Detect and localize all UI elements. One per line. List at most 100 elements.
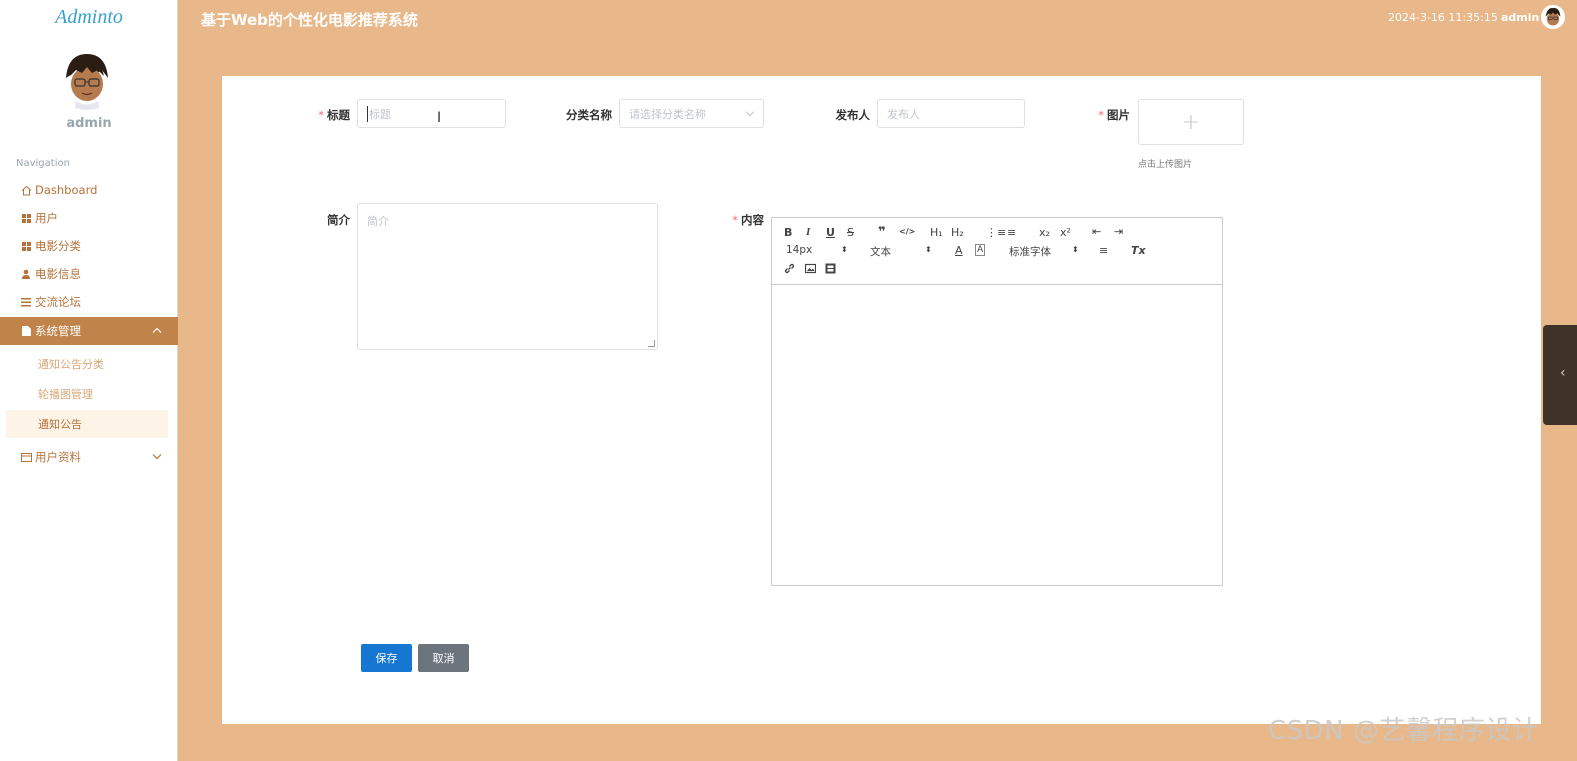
- editor-toolbar: B I U S ❞ </> H₁ H₂ ⋮≡ ≡ x₂ x² ⇤ ⇥ 14px …: [772, 218, 1222, 285]
- sidebar-item-movie-info[interactable]: 电影信息: [0, 261, 178, 287]
- link-button[interactable]: [784, 263, 795, 277]
- list-icon: [20, 296, 32, 308]
- header-username[interactable]: admin: [1501, 11, 1539, 24]
- publisher-input[interactable]: 发布人: [877, 99, 1025, 128]
- strike-button[interactable]: S: [847, 226, 854, 239]
- upload-hint: 点击上传图片: [1138, 160, 1193, 170]
- subscript-button[interactable]: x₂: [1039, 226, 1050, 239]
- code-button[interactable]: </>: [899, 227, 915, 236]
- plus-icon: +: [1181, 109, 1201, 135]
- sidebar-item-forum[interactable]: 交流论坛: [0, 289, 178, 315]
- category-placeholder: 请选择分类名称: [629, 107, 706, 121]
- superscript-button[interactable]: x²: [1060, 226, 1071, 239]
- cancel-button[interactable]: 取消: [418, 644, 469, 672]
- h1-button[interactable]: H₁: [930, 226, 943, 239]
- title-label: * 标题: [318, 107, 350, 123]
- text-type-value: 文本: [870, 246, 891, 258]
- image-label: * 图片: [1094, 107, 1130, 123]
- document-icon: [20, 325, 32, 337]
- content-label: * 内容: [728, 212, 764, 228]
- select-arrow-icon: ⬍: [925, 245, 932, 254]
- intro-placeholder: 简介: [367, 215, 389, 228]
- avatar-image: [56, 48, 118, 110]
- app-logo[interactable]: Adminto: [0, 6, 178, 29]
- image-label-text: 图片: [1107, 108, 1130, 122]
- image-button[interactable]: [804, 263, 817, 277]
- category-select[interactable]: 请选择分类名称: [619, 99, 764, 128]
- required-mark: *: [732, 213, 738, 227]
- grid-icon: [20, 212, 32, 224]
- outdent-button[interactable]: ⇤: [1092, 225, 1101, 238]
- bold-button[interactable]: B: [784, 226, 792, 239]
- sidebar-item-system[interactable]: 系统管理: [0, 317, 178, 345]
- intro-textarea[interactable]: 简介: [357, 203, 658, 350]
- text-type-select[interactable]: 文本 ⬍: [870, 244, 932, 259]
- blockquote-button[interactable]: ❞: [878, 225, 886, 240]
- publisher-placeholder: 发布人: [887, 107, 920, 121]
- save-button[interactable]: 保存: [361, 644, 412, 672]
- page-title: 基于Web的个性化电影推荐系统: [201, 11, 418, 29]
- sidebar-subitem-label: 通知公告: [38, 418, 82, 431]
- rich-text-editor: B I U S ❞ </> H₁ H₂ ⋮≡ ≡ x₂ x² ⇤ ⇥ 14px …: [771, 217, 1223, 586]
- sidebar-item-dashboard[interactable]: Dashboard: [0, 177, 178, 203]
- underline-button[interactable]: U: [826, 226, 835, 239]
- font-size-value: 14px: [786, 244, 813, 256]
- sidebar-item-label: Dashboard: [35, 183, 98, 197]
- h2-button[interactable]: H₂: [951, 226, 964, 239]
- home-icon: [20, 184, 32, 196]
- sidebar-subitem-label: 轮播图管理: [38, 388, 93, 401]
- folder-icon: [20, 451, 32, 463]
- title-input[interactable]: 标题: [357, 99, 506, 128]
- chevron-up-icon: [152, 326, 162, 337]
- image-upload-button[interactable]: +: [1138, 99, 1244, 145]
- sidebar-item-users[interactable]: 用户: [0, 205, 178, 231]
- sidebar-username: admin: [66, 116, 112, 131]
- image-icon: [804, 263, 817, 274]
- intro-label: 简介: [327, 213, 350, 227]
- font-size-select[interactable]: 14px ⬍: [786, 244, 848, 256]
- bullet-list-button[interactable]: ≡: [1007, 226, 1016, 239]
- nav-section-title: Navigation: [16, 158, 70, 169]
- category-label: 分类名称: [566, 108, 612, 122]
- sidebar-item-movie-category[interactable]: 电影分类: [0, 233, 178, 259]
- italic-button[interactable]: I: [806, 226, 810, 238]
- text-color-button[interactable]: A: [955, 244, 963, 257]
- align-button[interactable]: ≡: [1099, 244, 1108, 257]
- required-mark: *: [318, 108, 324, 122]
- avatar[interactable]: [56, 48, 118, 110]
- select-arrow-icon: ⬍: [1072, 245, 1079, 254]
- font-family-value: 标准字体: [1009, 246, 1051, 258]
- select-arrow-icon: ⬍: [841, 245, 848, 254]
- sidebar: Adminto admin Navigation Dashboard 用户 电影…: [0, 0, 178, 761]
- form-card: * 标题 标题 分类名称 请选择分类名称 发布人 发布人 * 图片 + 点击上传图片…: [222, 76, 1541, 724]
- sidebar-item-user-profile[interactable]: 用户资料: [0, 444, 178, 470]
- header-datetime: 2024-3-16 11:35:15: [1388, 11, 1498, 24]
- header-avatar[interactable]: [1541, 5, 1565, 29]
- user-icon: [20, 268, 32, 280]
- link-icon: [784, 263, 795, 274]
- title-placeholder: 标题: [367, 105, 391, 122]
- sidebar-item-label: 系统管理: [35, 324, 81, 338]
- background-color-button[interactable]: A: [975, 244, 986, 256]
- sidebar-item-label: 电影分类: [35, 239, 81, 253]
- content-label-text: 内容: [741, 213, 764, 227]
- chevron-down-icon: [745, 107, 755, 117]
- title-label-text: 标题: [327, 108, 350, 122]
- sidebar-subitem-notice-category[interactable]: 通知公告分类: [6, 350, 168, 378]
- video-button[interactable]: [825, 263, 836, 277]
- chevron-down-icon: [152, 452, 162, 463]
- editor-content-area[interactable]: [772, 286, 1222, 586]
- ordered-list-button[interactable]: ⋮≡: [986, 226, 1006, 239]
- sidebar-item-label: 用户: [35, 211, 58, 225]
- settings-drawer-toggle[interactable]: ‹: [1543, 325, 1577, 425]
- chevron-left-icon: ‹: [1560, 365, 1566, 381]
- clean-format-button[interactable]: Tx: [1131, 244, 1146, 257]
- sidebar-item-label: 电影信息: [35, 267, 81, 281]
- required-mark: *: [1098, 108, 1104, 122]
- sidebar-subitem-carousel[interactable]: 轮播图管理: [6, 380, 168, 408]
- indent-button[interactable]: ⇥: [1114, 225, 1123, 238]
- text-cursor-icon: I: [437, 110, 442, 126]
- sidebar-subitem-notice[interactable]: 通知公告: [6, 410, 168, 438]
- resize-handle-icon[interactable]: [648, 340, 655, 347]
- font-family-select[interactable]: 标准字体 ⬍: [1009, 244, 1079, 259]
